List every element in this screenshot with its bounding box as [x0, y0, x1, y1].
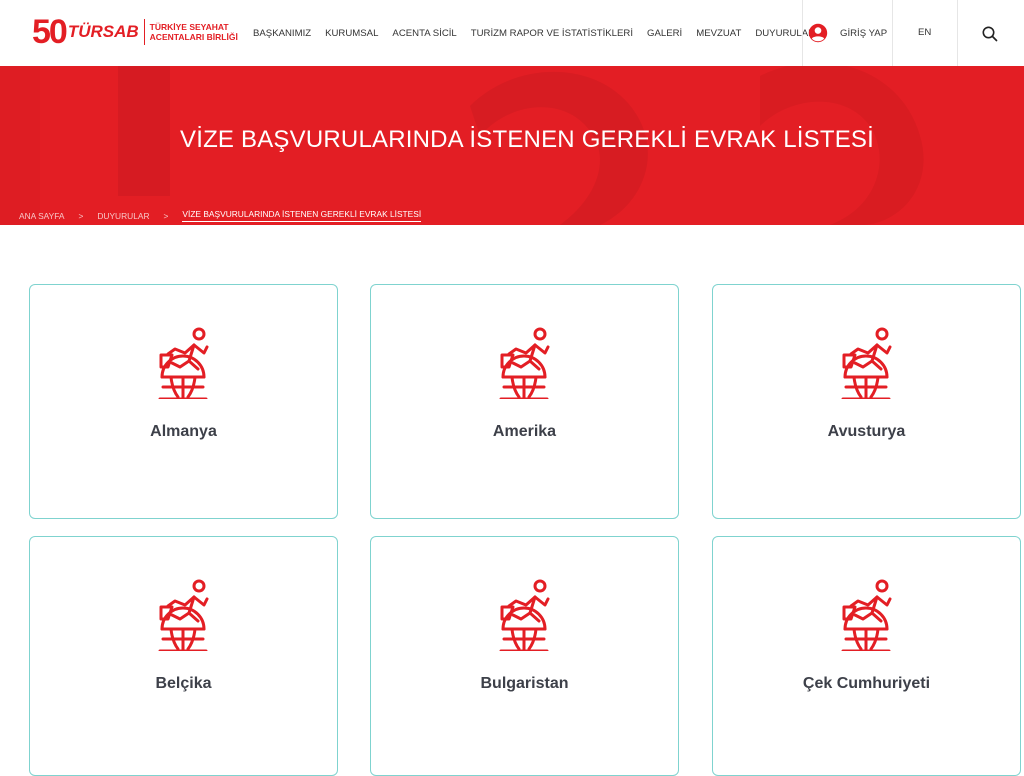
breadcrumb-home[interactable]: ANA SAYFA [19, 211, 64, 221]
country-label: Almanya [150, 423, 217, 440]
page-banner: VİZE BAŞVURULARINDA İSTENEN GEREKLİ EVRA… [0, 66, 1024, 225]
country-label: Avusturya [827, 423, 906, 440]
nav-kurumsal[interactable]: KURUMSAL [325, 28, 378, 39]
logo-brand: TÜRSAB [67, 22, 139, 41]
chevron-right-icon: > [78, 210, 84, 221]
country-card-cek-cumhuriyeti[interactable]: Çek Cumhuriyeti [712, 536, 1021, 776]
nav-galeri[interactable]: GALERİ [647, 28, 682, 39]
traveler-globe-icon [158, 579, 210, 651]
logo-divider [143, 19, 145, 45]
country-label: Amerika [492, 423, 557, 440]
traveler-globe-icon [841, 327, 893, 399]
site-header: 50 TÜRSAB TÜRKİYE SEYAHAT ACENTALARI BİR… [0, 0, 1024, 67]
nav-duyurular[interactable]: DUYURULAR [755, 28, 815, 39]
login-button[interactable]: GİRİŞ YAP [808, 0, 887, 66]
traveler-globe-icon [841, 579, 893, 651]
tursab-logo[interactable]: 50 TÜRSAB TÜRKİYE SEYAHAT ACENTALARI BİR… [32, 14, 238, 50]
logo-subtitle-line1: TÜRKİYE SEYAHAT [149, 22, 229, 32]
header-divider [802, 0, 803, 66]
logo-number: 50 [32, 13, 68, 51]
logo-subtitle-line2: ACENTALARI BİRLİĞİ [149, 32, 238, 42]
breadcrumb-duyurular[interactable]: DUYURULAR [97, 211, 149, 221]
search-icon[interactable] [981, 25, 999, 43]
logo-subtitle: TÜRKİYE SEYAHAT ACENTALARI BİRLİĞİ [150, 22, 238, 42]
country-card-bulgaristan[interactable]: Bulgaristan [370, 536, 679, 776]
main-nav: BAŞKANIMIZ KURUMSAL ACENTA SİCİL TURİZM … [253, 0, 829, 66]
country-card-almanya[interactable]: Almanya [29, 284, 338, 519]
nav-mevzuat[interactable]: MEVZUAT [696, 28, 741, 39]
page-title: VİZE BAŞVURULARINDA İSTENEN GEREKLİ EVRA… [180, 126, 874, 153]
login-label: GİRİŞ YAP [840, 27, 888, 39]
language-switch[interactable]: EN [918, 27, 931, 38]
traveler-globe-icon [158, 327, 210, 399]
user-circle-icon [808, 23, 828, 43]
breadcrumb-current: VİZE BAŞVURULARINDA İSTENEN GEREKLİ EVRA… [182, 209, 422, 222]
country-card-amerika[interactable]: Amerika [370, 284, 679, 519]
country-label: Bulgaristan [480, 675, 569, 692]
traveler-globe-icon [499, 327, 551, 399]
country-label: Belçika [155, 675, 212, 692]
nav-acenta-sicil[interactable]: ACENTA SİCİL [392, 28, 456, 39]
nav-turizm-rapor[interactable]: TURİZM RAPOR VE İSTATİSTİKLERİ [471, 28, 633, 39]
header-divider [957, 0, 958, 66]
chevron-right-icon: > [163, 210, 169, 221]
header-divider [892, 0, 893, 66]
country-label: Çek Cumhuriyeti [802, 675, 931, 692]
nav-baskanimiz[interactable]: BAŞKANIMIZ [253, 28, 311, 39]
breadcrumb: ANA SAYFA > DUYURULAR > VİZE BAŞVURULARI… [19, 209, 422, 222]
country-card-avusturya[interactable]: Avusturya [712, 284, 1021, 519]
traveler-globe-icon [499, 579, 551, 651]
country-card-belcika[interactable]: Belçika [29, 536, 338, 776]
